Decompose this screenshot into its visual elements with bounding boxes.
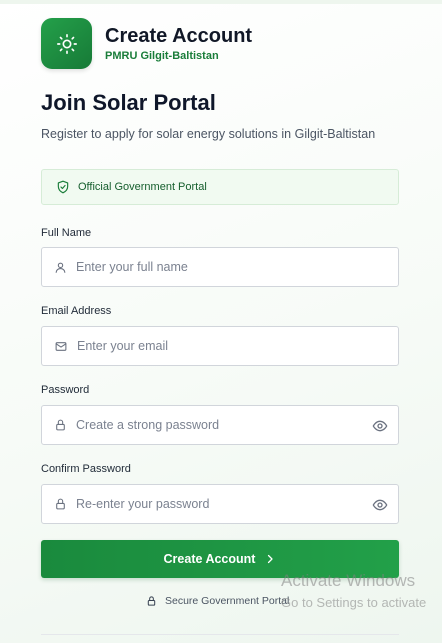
app-logo [41, 18, 92, 69]
confirm-password-label: Confirm Password [41, 463, 131, 475]
mail-icon [55, 341, 67, 351]
app-subtitle: PMRU Gilgit-Baltistan [105, 49, 219, 62]
page-title: Join Solar Portal [41, 90, 216, 115]
user-icon [55, 262, 66, 273]
confirm-password-input[interactable] [76, 485, 398, 523]
password-label: Password [41, 384, 90, 396]
page-description: Register to apply for solar energy solut… [41, 127, 376, 141]
secure-portal-text: Secure Government Portal [165, 595, 290, 607]
full-name-label: Full Name [41, 227, 92, 239]
email-input[interactable] [77, 327, 398, 365]
brand-header: Create Account PMRU Gilgit-Baltistan [41, 18, 252, 69]
full-name-field[interactable] [41, 247, 399, 287]
email-field[interactable] [41, 326, 399, 366]
divider [41, 634, 399, 635]
notice-text: Official Government Portal [78, 181, 207, 193]
confirm-password-field[interactable] [41, 484, 399, 524]
eye-icon[interactable] [372, 418, 388, 434]
create-account-button-label: Create Account [163, 552, 256, 566]
official-portal-notice: Official Government Portal [41, 169, 399, 205]
full-name-input[interactable] [76, 248, 398, 286]
email-label: Email Address [41, 305, 112, 317]
lock-icon [147, 596, 156, 606]
top-border [0, 0, 442, 4]
app-title: Create Account [105, 24, 253, 47]
chevron-right-icon [268, 554, 274, 564]
password-input[interactable] [76, 406, 398, 444]
password-field[interactable] [41, 405, 399, 445]
lock-icon [56, 498, 65, 510]
shield-check-icon [57, 180, 69, 194]
activate-windows-watermark: Activate Windows [281, 571, 416, 590]
eye-icon[interactable] [372, 497, 388, 513]
secure-portal-note: Secure Government Portal [146, 595, 289, 607]
activate-windows-hint: Go to Settings to activate [281, 595, 427, 610]
lock-icon [56, 419, 65, 431]
sun-icon [56, 33, 77, 54]
